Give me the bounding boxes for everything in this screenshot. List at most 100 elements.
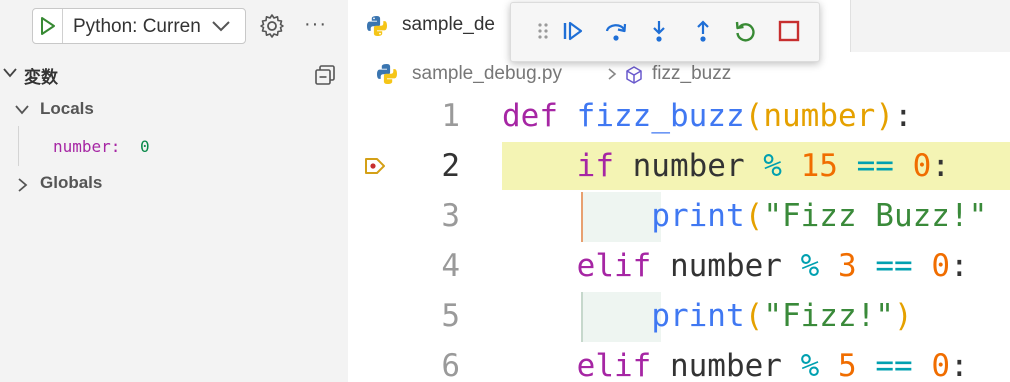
tree-item-locals[interactable]: Locals [0, 96, 348, 124]
code-token: : [949, 348, 969, 382]
drag-handle-icon[interactable] [531, 19, 555, 43]
tab-divider [850, 0, 851, 52]
code-token: print [651, 198, 745, 234]
step-out-icon[interactable] [691, 19, 715, 43]
code-token: ) [875, 98, 894, 134]
variables-section-title: 変数 [24, 68, 58, 87]
line-number: 4 [441, 248, 460, 284]
code-token: % [800, 248, 820, 284]
code-token: ) [893, 298, 913, 334]
chevron-right-icon [608, 68, 617, 80]
line-number: 3 [441, 198, 460, 234]
more-actions-icon[interactable]: ··· [304, 14, 327, 34]
code-token: elif [576, 348, 652, 382]
tab-strip [850, 0, 1010, 52]
code-text: elif number % 5 == 0: [502, 348, 969, 382]
code-token: == [856, 148, 894, 184]
indent-guide [18, 126, 19, 166]
code-line[interactable]: 4 elif number % 3 == 0: [348, 242, 1010, 292]
debug-sidebar: Python: Curren ··· 変数 Locals number: 0 G… [0, 0, 348, 382]
breadcrumb-file[interactable]: sample_debug.py [412, 63, 562, 85]
continue-icon[interactable] [561, 19, 585, 43]
code-line[interactable]: 2 if number % 15 == 0: [348, 142, 1010, 192]
code-line[interactable]: 5 print("Fizz!") [348, 292, 1010, 342]
code-line[interactable]: 6 elif number % 5 == 0: [348, 342, 1010, 382]
chevron-down-icon [212, 21, 230, 32]
code-token: == [875, 248, 913, 284]
debug-toolbar [510, 2, 820, 62]
code-token: % [800, 348, 820, 382]
code-token: elif [576, 248, 652, 284]
code-token: % [763, 148, 782, 184]
stop-icon[interactable] [777, 19, 801, 43]
step-into-icon[interactable] [647, 19, 671, 43]
play-icon [41, 17, 55, 35]
collapse-all-icon[interactable] [314, 64, 336, 86]
chevron-down-icon [3, 68, 17, 78]
code-token: number [651, 248, 801, 284]
code-token: ( [744, 198, 764, 234]
locals-label: Locals [40, 99, 94, 118]
code-token: "Fizz Buzz!" [763, 198, 988, 234]
code-token: number [763, 98, 876, 134]
restart-icon[interactable] [733, 19, 757, 43]
stack-frame-pointer-icon[interactable] [364, 156, 386, 176]
code-token: 3 [837, 248, 857, 284]
code-token: "Fizz!" [763, 298, 894, 334]
tree-item-globals[interactable]: Globals [0, 170, 348, 198]
line-number: 1 [441, 98, 460, 134]
code-token: : [931, 148, 950, 184]
code-token: ( [744, 298, 764, 334]
chevron-right-icon [18, 178, 28, 192]
code-text: if number % 15 == 0: [502, 148, 950, 184]
code-line[interactable]: 3 print("Fizz Buzz!" [348, 192, 1010, 242]
code-text: print("Fizz Buzz!" [502, 198, 987, 234]
code-token: number [613, 148, 764, 184]
chevron-down-icon [15, 105, 29, 115]
code-text: def fizz_buzz(number): [502, 98, 913, 134]
line-number: 2 [441, 148, 460, 184]
code-token: 0 [931, 348, 950, 382]
code-token: 0 [931, 248, 950, 284]
step-over-icon[interactable] [604, 19, 628, 43]
code-token: if [576, 148, 614, 184]
code-token: 15 [800, 148, 838, 184]
code-text: elif number % 3 == 0: [502, 248, 969, 284]
code-token: : [949, 248, 969, 284]
code-line[interactable]: 1 def fizz_buzz(number): [348, 92, 1010, 142]
breadcrumb: sample_debug.py fizz_buzz [348, 60, 1010, 88]
python-file-icon [367, 16, 387, 36]
breadcrumb-symbol[interactable]: fizz_buzz [652, 63, 731, 85]
tab-label: sample_de [402, 14, 495, 35]
variables-section-header[interactable]: 変数 [0, 60, 348, 88]
code-token: number [651, 348, 801, 382]
globals-label: Globals [40, 173, 103, 192]
variable-name[interactable]: number: [53, 137, 120, 156]
variable-value[interactable]: 0 [140, 137, 150, 156]
code-token: 0 [912, 148, 932, 184]
code-token: : [893, 98, 913, 134]
start-debugging-button[interactable] [33, 9, 63, 43]
code-token: print [651, 298, 745, 334]
code-token: ( [744, 98, 764, 134]
code-token: == [875, 348, 913, 382]
gear-icon[interactable] [259, 13, 285, 39]
code-token: 5 [837, 348, 857, 382]
code-token: def [502, 98, 558, 134]
run-config-selector[interactable]: Python: Curren [32, 8, 246, 44]
code-text: print("Fizz!") [502, 298, 913, 334]
line-number: 5 [441, 298, 460, 334]
